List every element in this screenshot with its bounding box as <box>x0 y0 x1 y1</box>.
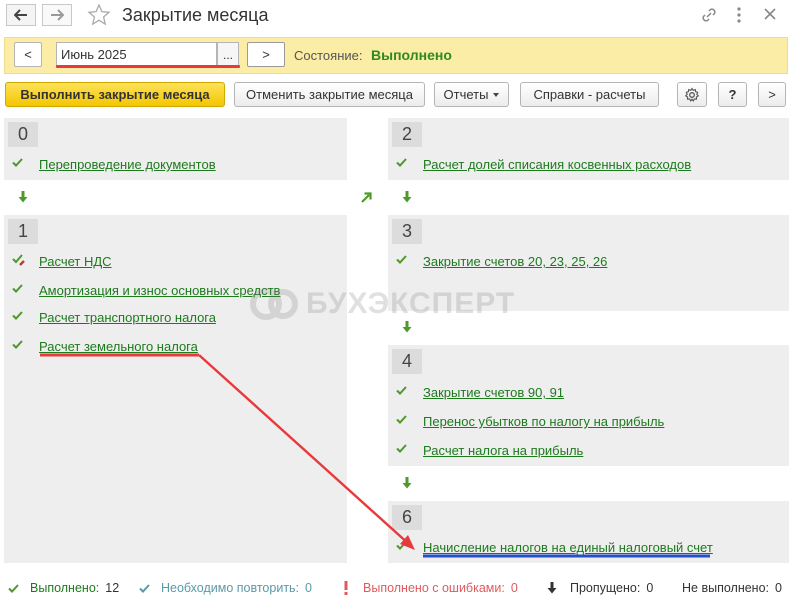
footer-errors-count: 0 <box>510 581 518 595</box>
footer-errors-label: Выполнено с ошибками: <box>363 581 505 595</box>
footer-done-label: Выполнено: <box>30 581 100 595</box>
footer-not-done-count: 0 <box>775 581 782 595</box>
exclamation-icon <box>344 581 348 595</box>
annotation-arrow-line <box>198 354 411 546</box>
footer-skipped-label: Пропущено: <box>570 581 641 595</box>
footer-not-done-label: Не выполнено: <box>682 581 769 595</box>
check-icon <box>8 583 19 593</box>
footer-skipped: Пропущено: 0 <box>547 581 653 595</box>
footer-not-done: Не выполнено: 0 <box>682 581 782 595</box>
arrow-down-icon <box>547 582 557 594</box>
status-footer: Выполнено: 12 Необходимо повторить: 0 Вы… <box>0 578 792 600</box>
footer-done-count: 12 <box>105 581 120 595</box>
footer-repeat: Необходимо повторить: 0 <box>139 581 312 595</box>
footer-done: Выполнено: 12 <box>8 581 119 595</box>
footer-errors: Выполнено с ошибками: 0 <box>343 581 518 595</box>
check-icon <box>139 583 150 593</box>
footer-skipped-count: 0 <box>646 581 654 595</box>
footer-repeat-count: 0 <box>305 581 312 595</box>
footer-repeat-label: Необходимо повторить: <box>161 581 300 595</box>
annotation-overlay <box>40 353 710 558</box>
